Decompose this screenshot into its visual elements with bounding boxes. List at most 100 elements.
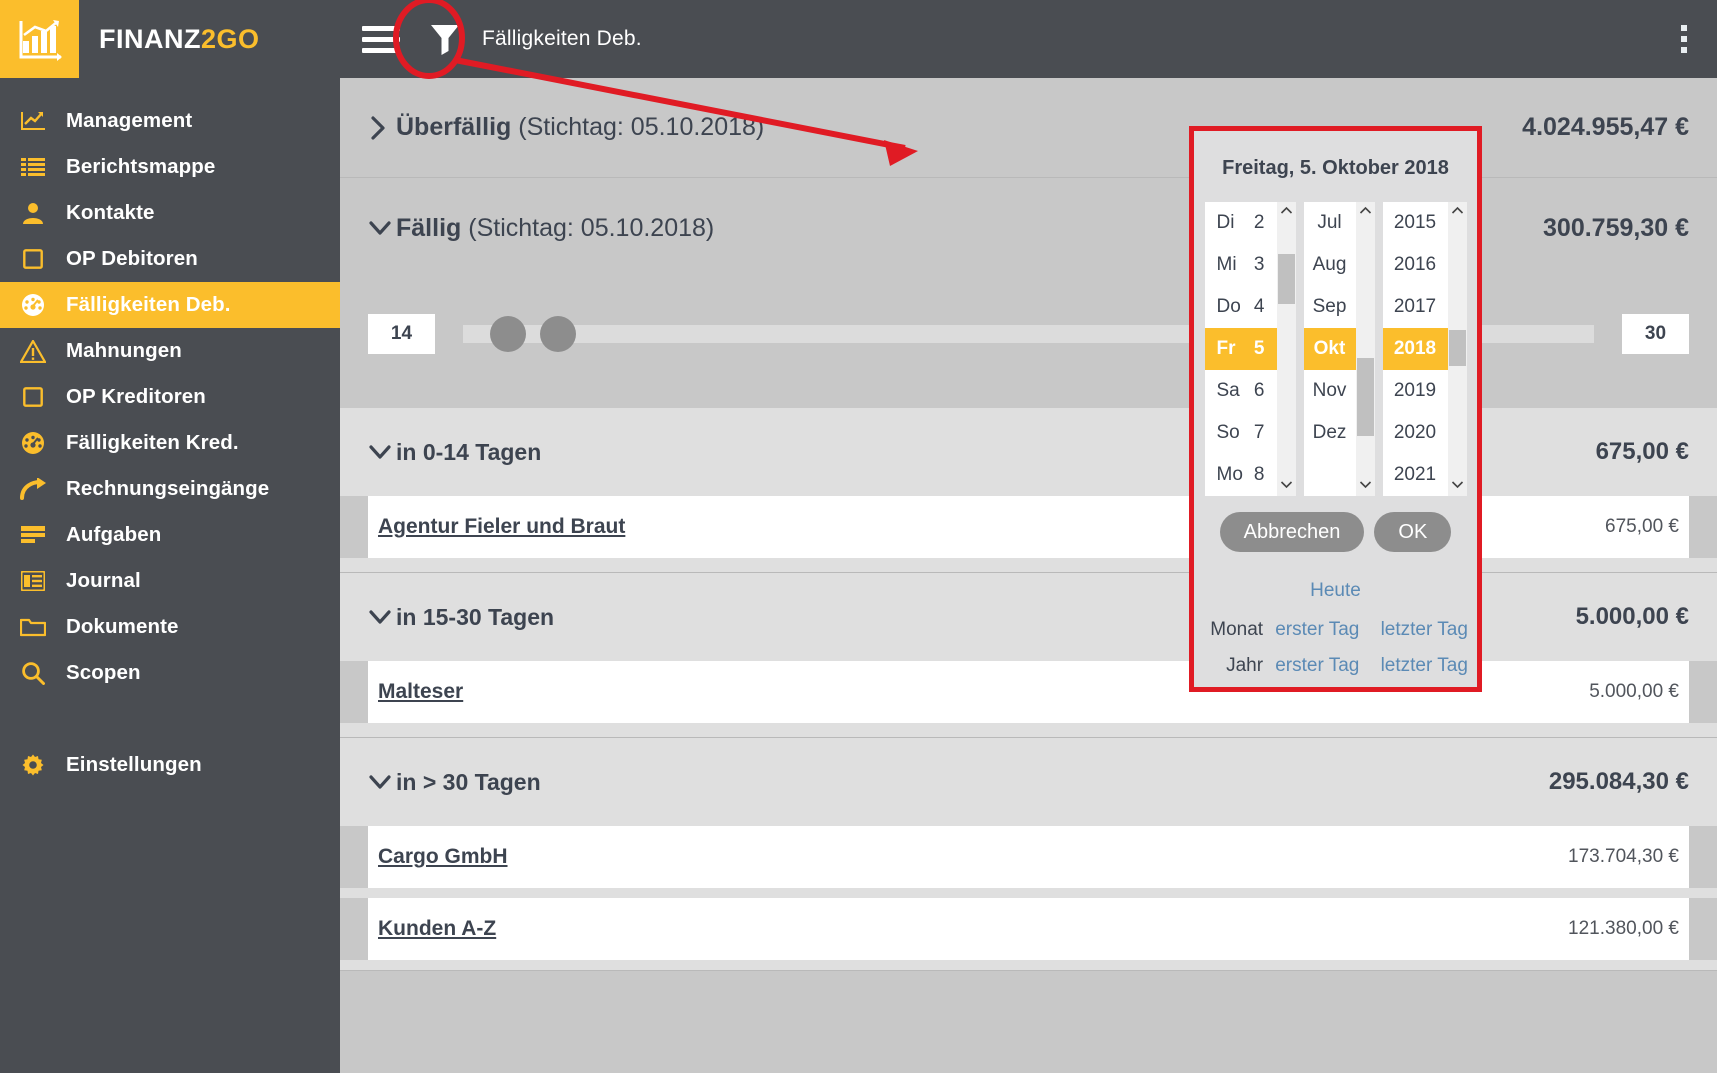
day-option[interactable]: Mo 8 <box>1205 454 1277 496</box>
bucket-header-gt-30[interactable]: in > 30 Tagen 295.084,30 € <box>340 738 1717 826</box>
sidebar-item-kontakte[interactable]: Kontakte <box>0 190 340 236</box>
chevron-down-icon[interactable] <box>1280 480 1293 492</box>
chevron-down-icon[interactable] <box>1451 480 1464 492</box>
day-num: 8 <box>1253 464 1265 485</box>
day-scroll-thumb[interactable] <box>1277 254 1295 304</box>
month-option[interactable]: Dez <box>1304 412 1356 454</box>
sidebar-item-faelligkeiten-deb[interactable]: Fälligkeiten Deb. <box>0 282 340 328</box>
day-scrollbar[interactable] <box>1276 202 1296 496</box>
person-icon <box>0 202 66 224</box>
year-scroll-thumb[interactable] <box>1448 330 1466 366</box>
hamburger-bar <box>362 25 400 31</box>
brand-logo-row[interactable]: FINANZ2GO <box>0 0 340 78</box>
row-gap <box>340 888 1717 898</box>
bucket-header-15-30[interactable]: in 15-30 Tagen 5.000,00 € <box>340 573 1717 661</box>
slider-min-input[interactable]: 14 <box>368 314 435 354</box>
sidebar-item-dokumente[interactable]: Dokumente <box>0 604 340 650</box>
sidebar-item-aufgaben[interactable]: Aufgaben <box>0 512 340 558</box>
chevron-down-icon[interactable] <box>368 607 396 627</box>
gear-icon <box>0 754 66 776</box>
sidebar-item-op-debitoren[interactable]: OP Debitoren <box>0 236 340 282</box>
year-option[interactable]: 2016 <box>1383 244 1448 286</box>
sidebar-item-label: Fälligkeiten Kred. <box>66 431 239 454</box>
sidebar-item-faelligkeiten-kred[interactable]: Fälligkeiten Kred. <box>0 420 340 466</box>
quick-links-grid: Monat erster Tag letzter Tag Jahr erster… <box>1194 612 1477 684</box>
group-row-ueberfaellig[interactable]: Überfällig (Stichtag: 05.10.2018) 4.024.… <box>340 78 1717 178</box>
bucket-amount: 675,00 € <box>1595 438 1689 465</box>
year-option[interactable]: 2017 <box>1383 286 1448 328</box>
table-row[interactable]: Cargo GmbH 173.704,30 € <box>368 826 1689 888</box>
month-option[interactable]: Sep <box>1304 286 1356 328</box>
slider-thumb-min[interactable] <box>490 316 527 352</box>
bucket-amount: 295.084,30 € <box>1548 768 1689 795</box>
group-amount-faellig: 300.759,30 € <box>1543 213 1689 242</box>
year-column: 2015 2016 2017 2018 2019 2020 2021 <box>1382 202 1467 496</box>
sidebar-item-op-kreditoren[interactable]: OP Kreditoren <box>0 374 340 420</box>
brand-name-part2: 2GO <box>200 23 260 54</box>
month-option-selected[interactable]: Okt <box>1303 328 1356 370</box>
row-customer-link[interactable]: Kunden A-Z <box>378 917 496 941</box>
month-option[interactable]: Aug <box>1304 244 1356 286</box>
month-scrollbar[interactable] <box>1355 202 1375 496</box>
month-last-day-link[interactable]: letzter Tag <box>1371 619 1477 641</box>
chevron-right-icon[interactable] <box>368 115 396 141</box>
slider-thumb-max[interactable] <box>540 316 576 352</box>
sidebar-item-journal[interactable]: Journal <box>0 558 340 604</box>
sidebar-item-berichtsmappe[interactable]: Berichtsmappe <box>0 144 340 190</box>
year-first-day-link[interactable]: erster Tag <box>1275 655 1359 677</box>
month-option[interactable]: Jul <box>1304 202 1356 244</box>
sidebar-item-mahnungen[interactable]: Mahnungen <box>0 328 340 374</box>
slider-max-input[interactable]: 30 <box>1622 314 1689 354</box>
row-customer-link[interactable]: Agentur Fieler und Braut <box>378 515 625 539</box>
year-last-day-link[interactable]: letzter Tag <box>1371 655 1477 677</box>
month-column: Jul Aug Sep Okt Nov Dez <box>1303 202 1375 496</box>
hamburger-icon[interactable] <box>362 25 400 53</box>
year-option[interactable]: 2019 <box>1383 370 1448 412</box>
row-customer-link[interactable]: Cargo GmbH <box>378 845 508 869</box>
cancel-button[interactable]: Abbrechen <box>1219 512 1365 552</box>
day-option[interactable]: So 7 <box>1205 412 1277 454</box>
year-option[interactable]: 2015 <box>1383 202 1448 244</box>
bucket-header-0-14[interactable]: in 0-14 Tagen 675,00 € <box>340 408 1717 496</box>
chevron-up-icon[interactable] <box>1359 206 1372 218</box>
table-row[interactable]: Kunden A-Z 121.380,00 € <box>368 898 1689 960</box>
today-row: Heute <box>1194 580 1477 602</box>
year-list[interactable]: 2015 2016 2017 2018 2019 2020 2021 <box>1382 202 1448 496</box>
year-option-selected[interactable]: 2018 <box>1382 328 1448 370</box>
month-list[interactable]: Jul Aug Sep Okt Nov Dez <box>1303 202 1356 496</box>
day-option[interactable]: Do 4 <box>1205 286 1277 328</box>
day-list[interactable]: Di 2 Mi 3 Do 4 Fr 5 Sa 6 So 7 Mo 8 <box>1204 202 1277 496</box>
row-amount: 5.000,00 € <box>1589 681 1679 702</box>
chevron-down-icon[interactable] <box>368 218 396 238</box>
arrow-curve-right-icon <box>0 478 66 500</box>
sidebar-item-scopen[interactable]: Scopen <box>0 650 340 696</box>
month-scroll-thumb[interactable] <box>1356 358 1374 436</box>
chevron-up-icon[interactable] <box>1280 206 1293 218</box>
month-option-blank[interactable] <box>1304 454 1356 496</box>
kebab-menu-icon[interactable] <box>1681 21 1691 57</box>
chevron-down-icon[interactable] <box>1359 480 1372 492</box>
sidebar-item-einstellungen[interactable]: Einstellungen <box>0 742 340 788</box>
today-link[interactable]: Heute <box>1310 580 1361 601</box>
sidebar-item-management[interactable]: Management <box>0 98 340 144</box>
chevron-down-icon[interactable] <box>368 772 396 792</box>
chevron-down-icon[interactable] <box>368 442 396 462</box>
year-option[interactable]: 2020 <box>1383 412 1448 454</box>
sidebar-item-rechnungseingaenge[interactable]: Rechnungseingänge <box>0 466 340 512</box>
funnel-filter-icon[interactable] <box>428 21 462 57</box>
table-row[interactable]: Agentur Fieler und Braut 675,00 € <box>368 496 1689 558</box>
day-option-selected[interactable]: Fr 5 <box>1204 328 1277 370</box>
group-row-faellig[interactable]: Fällig (Stichtag: 05.10.2018) 300.759,30… <box>340 178 1717 278</box>
ok-button[interactable]: OK <box>1374 512 1452 552</box>
table-row[interactable]: Malteser 5.000,00 € <box>368 661 1689 723</box>
day-option[interactable]: Di 2 <box>1205 202 1277 244</box>
month-option[interactable]: Nov <box>1304 370 1356 412</box>
day-option[interactable]: Mi 3 <box>1205 244 1277 286</box>
datepicker-popup[interactable]: Freitag, 5. Oktober 2018 Di 2 Mi 3 Do 4 <box>1189 126 1482 692</box>
row-customer-link[interactable]: Malteser <box>378 680 463 704</box>
year-scrollbar[interactable] <box>1447 202 1467 496</box>
day-option[interactable]: Sa 6 <box>1205 370 1277 412</box>
chevron-up-icon[interactable] <box>1451 206 1464 218</box>
month-first-day-link[interactable]: erster Tag <box>1275 619 1359 641</box>
year-option[interactable]: 2021 <box>1383 454 1448 496</box>
